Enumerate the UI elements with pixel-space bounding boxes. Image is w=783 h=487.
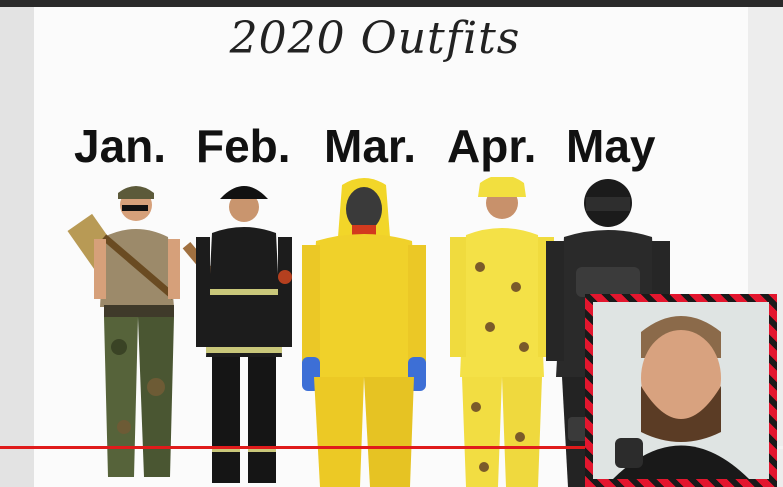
progress-fill [0, 446, 681, 449]
hazmat-figure [302, 178, 426, 487]
onesie-figure [450, 177, 554, 487]
month-label-apr: Apr. [447, 120, 537, 172]
webcam-overlay [585, 294, 777, 487]
month-label-may: May [566, 120, 656, 172]
video-player[interactable]: 2020 Outfits Jan. Feb. Mar. Apr. May [0, 0, 783, 487]
month-labels: Jan. Feb. Mar. Apr. May [74, 119, 674, 179]
webcam-feed [593, 302, 769, 479]
firefighter-figure [182, 186, 292, 483]
soldier-figure [67, 186, 180, 477]
month-label-jan: Jan. [74, 120, 167, 172]
top-bar [0, 0, 783, 7]
month-label-mar: Mar. [324, 120, 417, 172]
slide-title: 2020 Outfits [229, 13, 521, 64]
left-gutter [0, 7, 34, 487]
month-label-feb: Feb. [196, 120, 291, 172]
